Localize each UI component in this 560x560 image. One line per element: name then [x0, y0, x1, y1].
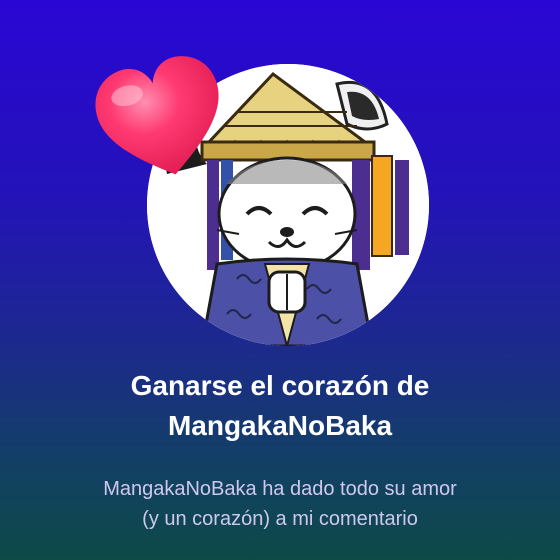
heart-icon — [92, 50, 232, 190]
achievement-card: Ganarse el corazón de MangakaNoBaka Mang… — [0, 0, 560, 560]
achievement-description: MangakaNoBaka ha dado todo su amor (y un… — [0, 474, 560, 534]
description-line: MangakaNoBaka ha dado todo su amor — [103, 478, 457, 500]
title-line: MangakaNoBaka — [167, 410, 393, 441]
achievement-title: Ganarse el corazón de MangakaNoBaka — [0, 366, 560, 446]
description-line: (y un corazón) a mi comentario — [142, 508, 418, 530]
title-line: Ganarse el corazón de — [130, 370, 430, 401]
